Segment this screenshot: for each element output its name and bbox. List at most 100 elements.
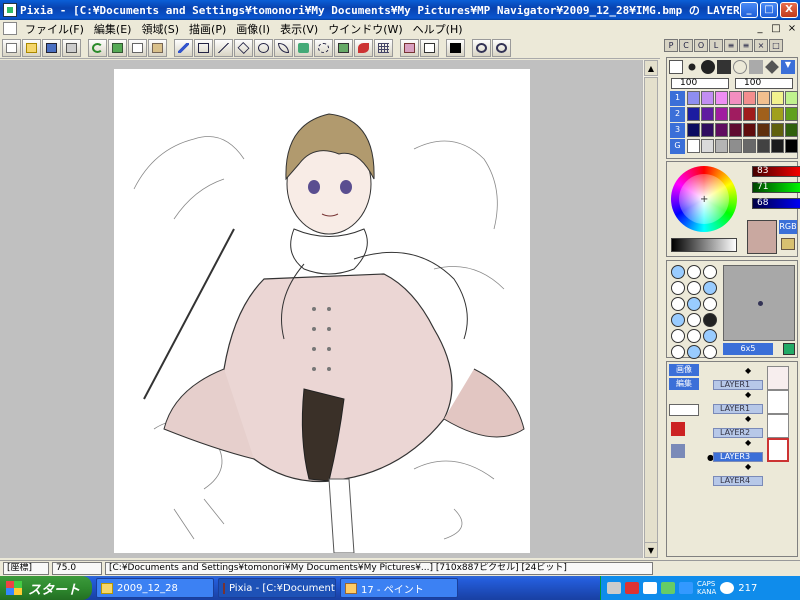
color-swatch[interactable] (729, 107, 742, 121)
visibility-icon[interactable]: ◆ (745, 366, 751, 375)
new-file-icon[interactable] (2, 38, 21, 57)
color-swatch[interactable] (757, 139, 770, 153)
help-icon[interactable] (679, 582, 693, 594)
input-mode-icon[interactable] (643, 582, 657, 594)
brush-shape-icon[interactable] (703, 297, 717, 311)
menu-select[interactable]: 領域(S) (136, 21, 184, 37)
color-swatch[interactable] (687, 123, 700, 137)
brush-shape-icon[interactable] (671, 281, 685, 295)
round-tool-icon[interactable] (701, 60, 715, 74)
color-swatch[interactable] (771, 123, 784, 137)
zoom-in-icon[interactable] (492, 38, 511, 57)
color-swatch[interactable] (771, 107, 784, 121)
redo-icon[interactable] (108, 38, 127, 57)
taskbar-item-paint[interactable]: 17 - ペイント (340, 578, 458, 598)
color-swatch[interactable] (771, 91, 784, 105)
panel-tab-max[interactable]: □ (769, 39, 783, 52)
mdi-close-button[interactable]: × (784, 22, 800, 36)
ellipse-icon[interactable] (254, 38, 273, 57)
menu-window[interactable]: ウインドウ(W) (323, 21, 407, 37)
scroll-down-icon[interactable]: ▼ (644, 542, 658, 558)
brush-shape-icon[interactable] (703, 281, 717, 295)
brush-shape-icon[interactable] (687, 265, 701, 279)
brush-shape-icon[interactable] (671, 313, 685, 327)
red-slider[interactable]: 83 (752, 166, 800, 177)
menu-help[interactable]: ヘルプ(H) (408, 21, 468, 37)
color-swatch[interactable] (715, 91, 728, 105)
print-icon[interactable] (62, 38, 81, 57)
foreground-color-icon[interactable] (446, 38, 465, 57)
layer-opacity-field[interactable] (669, 404, 699, 416)
opacity-b-field[interactable]: 100 (735, 78, 793, 89)
layer-image-button[interactable]: 画像 (669, 364, 699, 376)
palette-row-tab-1[interactable]: 1 (670, 91, 685, 106)
minimize-button[interactable]: _ (740, 2, 758, 18)
brush-shape-icon[interactable] (703, 345, 717, 359)
brush-shape-icon[interactable] (671, 265, 685, 279)
rectangle-icon[interactable] (194, 38, 213, 57)
color-swatch[interactable] (743, 123, 756, 137)
pin-icon[interactable] (671, 422, 685, 436)
pen-tool-icon[interactable] (669, 60, 683, 74)
taskbar-item-folder[interactable]: 2009_12_28 (96, 578, 214, 598)
color-swatch[interactable] (785, 123, 798, 137)
visibility-icon[interactable]: ◆ (745, 462, 751, 471)
panel-tab-o[interactable]: O (694, 39, 708, 52)
opacity-a-field[interactable]: 100 (671, 78, 729, 89)
layer-row-active[interactable]: ● ◆ LAYER3 (707, 438, 789, 462)
fill-icon[interactable] (294, 38, 313, 57)
folder-icon[interactable] (781, 238, 795, 250)
list-icon[interactable] (671, 444, 685, 458)
dot-tool-icon[interactable] (688, 63, 696, 71)
zoom-out-icon[interactable] (472, 38, 491, 57)
color-swatch[interactable] (701, 139, 714, 153)
panel-tab-close[interactable]: × (754, 39, 768, 52)
copy-icon[interactable] (128, 38, 147, 57)
lasso-icon[interactable] (314, 38, 333, 57)
color-box-icon[interactable] (420, 38, 439, 57)
color-swatch[interactable] (785, 139, 798, 153)
color-swatch[interactable] (701, 91, 714, 105)
gray-ramp[interactable] (671, 238, 737, 252)
color-swatch[interactable] (757, 91, 770, 105)
panel-tab-l[interactable]: L (709, 39, 723, 52)
vertical-scrollbar[interactable]: ▲ ▼ (642, 60, 658, 558)
dictionary-icon[interactable] (661, 582, 675, 594)
brush-icon[interactable] (354, 38, 373, 57)
layer-row[interactable]: ◆ LAYER1 (713, 366, 789, 390)
color-swatch[interactable] (729, 123, 742, 137)
bucket-icon[interactable] (334, 38, 353, 57)
grid-icon[interactable] (374, 38, 393, 57)
save-icon[interactable] (42, 38, 61, 57)
brush-shape-icon[interactable] (671, 329, 685, 343)
pencil-icon[interactable] (174, 38, 193, 57)
visibility-icon[interactable]: ◆ (745, 414, 751, 423)
maximize-button[interactable]: □ (760, 2, 778, 18)
brush-shape-icon[interactable] (687, 313, 701, 327)
color-swatch[interactable] (785, 91, 798, 105)
color-swatch[interactable] (743, 107, 756, 121)
open-folder-icon[interactable] (22, 38, 41, 57)
color-swatch[interactable] (701, 123, 714, 137)
brush-shape-icon[interactable] (703, 265, 717, 279)
undo-icon[interactable] (88, 38, 107, 57)
layer-edit-button[interactable]: 編集 (669, 378, 699, 390)
color-swatch[interactable] (771, 139, 784, 153)
color-swatch[interactable] (757, 123, 770, 137)
color-swatch[interactable] (729, 91, 742, 105)
brush-shape-icon[interactable] (687, 329, 701, 343)
visibility-icon[interactable]: ◆ (745, 390, 751, 399)
palette-row-tab-2[interactable]: 2 (670, 107, 685, 122)
brush-shape-icon[interactable] (687, 297, 701, 311)
close-button[interactable]: X (780, 2, 798, 18)
menu-image[interactable]: 画像(I) (231, 21, 275, 37)
polygon-icon[interactable] (234, 38, 253, 57)
diamond-tool-icon[interactable] (765, 60, 779, 74)
color-swatch[interactable] (701, 107, 714, 121)
palette-row-tab-g[interactable]: G (670, 139, 685, 154)
volume-icon[interactable] (720, 582, 735, 594)
color-swatch[interactable] (743, 139, 756, 153)
mdi-restore-button[interactable]: □ (768, 22, 784, 36)
green-slider[interactable]: 71 (752, 182, 800, 193)
brush-shape-icon[interactable] (687, 281, 701, 295)
